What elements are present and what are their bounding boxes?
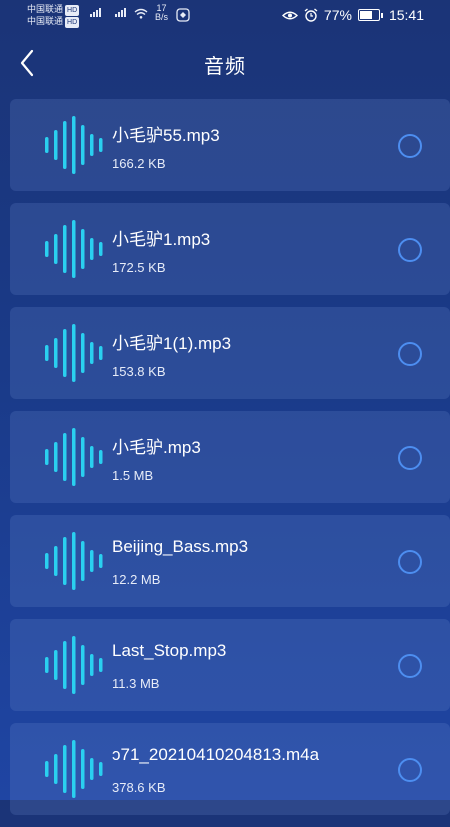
audio-wave-icon (45, 220, 103, 278)
status-bar: 中国联通 HD 中国联通 HD 17 B/s 77% 15:41 (0, 0, 450, 32)
audio-wave-icon (45, 636, 103, 694)
file-size: 378.6 KB (112, 780, 166, 795)
audio-wave-icon (45, 324, 103, 382)
file-name: Last_Stop.mp3 (112, 641, 227, 660)
radio-circle-icon[interactable] (398, 134, 422, 158)
status-right: 77% 15:41 (281, 7, 424, 23)
net-speed-unit: B/s (155, 12, 169, 22)
list-item[interactable]: Last_Stop.mp3 11.3 MB (10, 619, 450, 711)
list-item[interactable]: 小毛驴.mp3 1.5 MB (10, 411, 450, 503)
carrier-info: 中国联通 HD 中国联通 HD (27, 4, 80, 28)
list-item[interactable]: Beijing_Bass.mp3 12.2 MB (10, 515, 450, 607)
battery-percent: 77% (323, 7, 352, 23)
file-size: 1.5 MB (112, 468, 154, 483)
page-title: 音频 (204, 56, 246, 78)
radio-circle-icon[interactable] (398, 446, 422, 470)
file-size: 166.2 KB (112, 156, 166, 171)
file-size: 12.2 MB (112, 572, 161, 587)
alarm-icon (304, 8, 318, 22)
app-header: 音频 (0, 32, 450, 96)
audio-wave-icon (45, 428, 103, 486)
list-item[interactable]: ɔ71_20210410204813.m4a 378.6 KB (10, 723, 450, 815)
audio-wave-icon (45, 740, 103, 798)
hd-badge: HD (65, 17, 80, 28)
radio-circle-icon[interactable] (398, 342, 422, 366)
list-item[interactable]: 小毛驴1.mp3 172.5 KB (10, 203, 450, 295)
audio-file-list: 小毛驴55.mp3 166.2 KB 小毛驴1.mp3 172.5 KB 小毛驴1(1)… (10, 99, 450, 827)
file-size: 11.3 MB (112, 676, 160, 691)
radio-circle-icon[interactable] (398, 550, 422, 574)
hd-badge: HD (65, 5, 80, 16)
audio-wave-icon (45, 532, 103, 590)
radio-circle-icon[interactable] (398, 238, 422, 262)
file-size: 153.8 KB (112, 364, 166, 379)
list-item[interactable]: 小毛驴1(1).mp3 153.8 KB (10, 307, 450, 399)
audio-wave-icon (45, 116, 103, 174)
file-name: 小毛驴1(1).mp3 (112, 334, 232, 353)
file-name: Beijing_Bass.mp3 (112, 537, 249, 556)
file-name: 小毛驴.mp3 (112, 438, 201, 457)
app-notification-icon (176, 8, 190, 22)
clock: 15:41 (388, 7, 424, 23)
wifi-icon (134, 8, 148, 19)
signal-icon (90, 8, 101, 17)
carrier-1: 中国联通 (27, 4, 64, 14)
file-name: 小毛驴1.mp3 (112, 230, 211, 249)
file-name: ɔ71_20210410204813.m4a (112, 745, 320, 764)
net-speed: 17 B/s (155, 4, 168, 22)
battery-icon (357, 9, 383, 21)
carrier-2: 中国联通 (27, 16, 64, 26)
signal-icon (115, 8, 126, 17)
file-size: 172.5 KB (112, 260, 166, 275)
radio-circle-icon[interactable] (398, 758, 422, 782)
eye-icon (281, 11, 298, 19)
radio-circle-icon[interactable] (398, 654, 422, 678)
file-name: 小毛驴55.mp3 (112, 126, 220, 145)
list-item[interactable]: 小毛驴55.mp3 166.2 KB (10, 99, 450, 191)
